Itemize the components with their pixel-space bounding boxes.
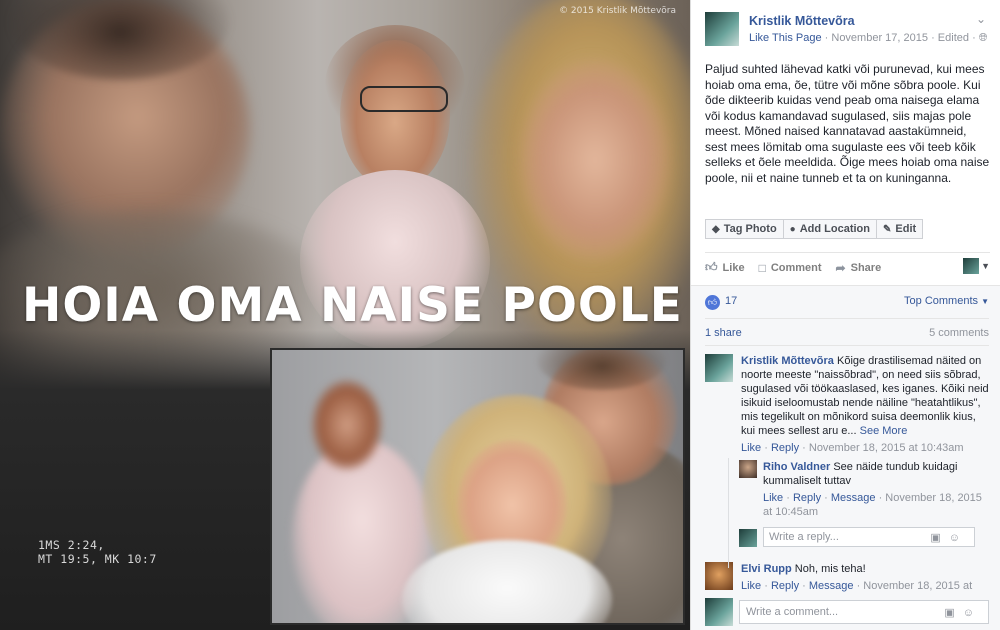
like-count[interactable]: 17	[725, 295, 737, 307]
reply-placeholder: Write a reply...	[769, 531, 839, 543]
see-more-link[interactable]: See More	[860, 425, 908, 437]
feedback-section: 👍︎ 17 Top Comments ▼ 1 share 5 comments …	[691, 285, 1000, 630]
edit-button[interactable]: ✎ Edit	[876, 219, 924, 239]
location-pin-icon: ●	[789, 223, 796, 235]
bible-reference-line-1: 1MS 2:24,	[38, 538, 105, 552]
comment-reply: Riho Valdner See näide tundub kuidagi ku…	[739, 460, 989, 520]
viewer-switch[interactable]: ▼	[963, 258, 990, 274]
photo-mother-glasses	[360, 86, 448, 112]
post-photo[interactable]: © 2015 Kristlik Mõttevõra HOIA OMA NAISE…	[0, 0, 690, 630]
comment-message-link[interactable]: Message	[831, 492, 876, 504]
page-avatar[interactable]	[705, 12, 739, 46]
comment-author[interactable]: Kristlik Mõttevõra	[741, 355, 834, 367]
comment-count[interactable]: 5 comments	[929, 327, 989, 339]
thumbs-up-icon: 👍︎	[705, 260, 718, 274]
comment-author[interactable]: Riho Valdner	[763, 461, 830, 473]
top-comments-dropdown[interactable]: Top Comments ▼	[904, 295, 989, 307]
viewer-avatar	[739, 529, 757, 547]
comment-like-link[interactable]: Like	[741, 442, 761, 454]
tag-photo-label: Tag Photo	[723, 223, 777, 235]
pencil-icon: ✎	[883, 223, 892, 235]
comment: Kristlik Mõttevõra Kõige drastilisemad n…	[705, 354, 989, 454]
reply-composer: Write a reply... ▣☺	[739, 527, 975, 547]
photo-copyright: © 2015 Kristlik Mõttevõra	[559, 6, 676, 16]
photo-headline: HOIA OMA NAISE POOLE	[22, 278, 683, 333]
camera-icon[interactable]: ▣	[944, 607, 962, 619]
comment-meta: Like · Reply · Message · November 18, 20…	[741, 580, 973, 592]
comment-text: Noh, mis teha!	[794, 563, 866, 575]
composer-icons: ▣☺	[944, 606, 982, 619]
edited-label[interactable]: Edited	[938, 32, 969, 44]
caret-down-icon: ▼	[981, 261, 990, 271]
comment-reply-link[interactable]: Reply	[793, 492, 821, 504]
post-date[interactable]: November 17, 2015	[831, 32, 928, 44]
comment-input[interactable]: Write a comment... ▣☺	[739, 600, 989, 624]
page-name-link[interactable]: Kristlik Mõttevõra	[749, 14, 855, 28]
composer-icons: ▣☺	[930, 531, 968, 544]
post-text: Paljud suhted lähevad katki või puruneva…	[705, 62, 990, 185]
share-label: Share	[850, 261, 882, 274]
caret-down-icon: ▼	[981, 297, 989, 306]
edit-label: Edit	[895, 223, 917, 235]
commenter-avatar[interactable]	[705, 354, 733, 382]
comment-composer: Write a comment... ▣☺	[705, 598, 989, 626]
photo-mother-face	[340, 40, 450, 190]
comment-reply-link[interactable]: Reply	[771, 442, 799, 454]
post-meta: Like This Page · November 17, 2015 · Edi…	[749, 32, 988, 45]
comment-icon: □	[758, 260, 766, 275]
comment-placeholder: Write a comment...	[746, 606, 839, 618]
meta-separator: ·	[931, 32, 938, 44]
likes-row: 👍︎ 17 Top Comments ▼	[705, 294, 989, 312]
meta-separator: ·	[972, 32, 979, 44]
share-icon: ➦	[835, 260, 846, 275]
reply-thread-line	[728, 458, 729, 568]
share-count[interactable]: 1 share	[705, 327, 742, 339]
commenter-avatar[interactable]	[739, 460, 757, 478]
smiley-icon[interactable]: ☺	[949, 532, 968, 544]
tag-icon: ◆	[712, 223, 720, 235]
comment-author[interactable]: Elvi Rupp	[741, 563, 792, 575]
comment-like-link[interactable]: Like	[763, 492, 783, 504]
viewer-avatar	[705, 598, 733, 626]
top-comments-label: Top Comments	[904, 295, 979, 307]
comment-time[interactable]: November 18, 2015 at	[863, 580, 972, 592]
viewer-avatar	[963, 258, 980, 274]
comment-meta: Like · Reply · November 18, 2015 at 10:4…	[741, 442, 964, 454]
comment-button[interactable]: □ Comment	[759, 261, 822, 275]
like-reaction-icon: 👍︎	[705, 295, 720, 310]
comment-content: Elvi Rupp Noh, mis teha! Like · Reply · …	[741, 562, 989, 593]
photo-inset	[270, 348, 685, 625]
like-page-link[interactable]: Like This Page	[749, 32, 822, 44]
post-header: Kristlik Mõttevõra Like This Page · Nove…	[705, 12, 990, 48]
post-action-bar: 👍︎ Like □ Comment ➦ Share ▼	[705, 252, 990, 282]
comment-message-link[interactable]: Message	[809, 580, 854, 592]
share-button[interactable]: ➦ Share	[836, 261, 882, 275]
comment-time[interactable]: November 18, 2015 at 10:43am	[809, 442, 964, 454]
like-label: Like	[722, 261, 745, 274]
comment: Elvi Rupp Noh, mis teha! Like · Reply · …	[705, 562, 989, 592]
comment-meta: Like · Reply · Message · November 18, 20…	[763, 492, 982, 518]
add-location-button[interactable]: ● Add Location	[782, 219, 877, 239]
comment-label: Comment	[770, 261, 822, 274]
like-button[interactable]: 👍︎ Like	[705, 260, 745, 275]
smiley-icon[interactable]: ☺	[963, 607, 982, 619]
photo-woman-face	[520, 60, 670, 260]
tag-photo-button[interactable]: ◆ Tag Photo	[705, 219, 784, 239]
reply-input[interactable]: Write a reply... ▣☺	[763, 527, 975, 547]
comment-reply-link[interactable]: Reply	[771, 580, 799, 592]
comment-like-link[interactable]: Like	[741, 580, 761, 592]
camera-icon[interactable]: ▣	[930, 532, 948, 544]
bible-references: 1MS 2:24, MT 19:5, MK 10:7	[38, 538, 157, 566]
photo-actions: ◆ Tag Photo ● Add Location ✎ Edit	[705, 219, 924, 239]
inset-mother-head	[312, 380, 382, 470]
add-location-label: Add Location	[799, 223, 870, 235]
post-side-panel: Kristlik Mõttevõra Like This Page · Nove…	[690, 0, 1000, 630]
chevron-down-icon[interactable]: ⌄	[976, 12, 986, 26]
comment-content: Riho Valdner See näide tundub kuidagi ku…	[763, 460, 989, 519]
globe-icon: 🌐︎	[978, 32, 988, 44]
bible-reference-line-2: MT 19:5, MK 10:7	[38, 552, 157, 566]
comment-content: Kristlik Mõttevõra Kõige drastilisemad n…	[741, 354, 989, 455]
share-row: 1 share 5 comments	[705, 318, 989, 346]
